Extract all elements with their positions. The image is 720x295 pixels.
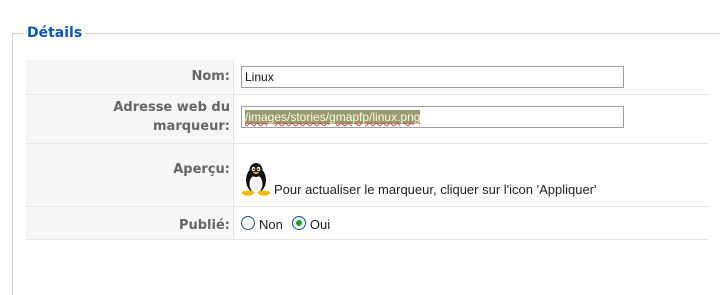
row-preview: Aperçu: Pour actualiser le marqueur, cli… bbox=[26, 144, 709, 207]
preview-hint-text: Pour actualiser le marqueur, cliquer sur… bbox=[274, 182, 597, 197]
row-name: Nom: Linux bbox=[26, 60, 709, 95]
name-input-value: Linux bbox=[245, 70, 274, 84]
marker-url-label: Adresse web du marqueur: bbox=[26, 95, 234, 143]
marker-url-cell: /images/stories/gmapfp/linux.png bbox=[234, 95, 709, 143]
tux-penguin-icon bbox=[242, 163, 270, 196]
published-cell: Non Oui bbox=[234, 207, 709, 239]
marker-url-input[interactable]: /images/stories/gmapfp/linux.png bbox=[241, 106, 624, 128]
name-label: Nom: bbox=[26, 60, 234, 94]
marker-url-input-value: /images/stories/gmapfp/linux.png bbox=[245, 110, 421, 124]
name-input[interactable]: Linux bbox=[241, 66, 624, 88]
published-label: Publié: bbox=[26, 207, 234, 239]
row-marker-url: Adresse web du marqueur: /images/stories… bbox=[26, 95, 709, 144]
preview-label: Aperçu: bbox=[26, 144, 234, 206]
marker-url-label-line1: Adresse web du bbox=[113, 100, 230, 115]
radio-oui[interactable] bbox=[291, 216, 306, 230]
preview-cell: Pour actualiser le marqueur, cliquer sur… bbox=[234, 144, 709, 206]
marker-url-label-line2: marqueur: bbox=[153, 119, 230, 134]
details-legend: Détails bbox=[24, 24, 86, 42]
details-table: Nom: Linux Adresse web du marqueur: /ima… bbox=[26, 60, 709, 240]
name-cell: Linux bbox=[234, 60, 709, 94]
radio-non[interactable] bbox=[241, 216, 255, 230]
radio-oui-label[interactable]: Oui bbox=[310, 217, 330, 232]
radio-non-label[interactable]: Non bbox=[259, 217, 283, 232]
row-published: Publié: Non Oui bbox=[26, 207, 709, 240]
